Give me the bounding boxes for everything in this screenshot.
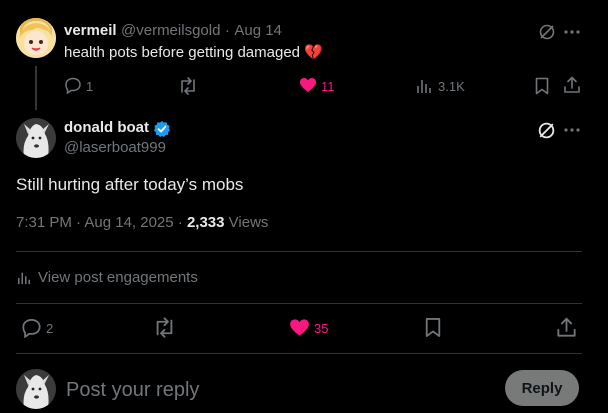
parent-header: vermeil @vermeilsgold · Aug 14 (64, 22, 282, 40)
views-icon[interactable] (416, 78, 432, 94)
like-icon[interactable] (289, 318, 310, 337)
parent-reply-count: 1 (86, 79, 94, 94)
views-label: Views (228, 214, 269, 231)
share-icon[interactable] (563, 76, 581, 94)
verified-badge-icon[interactable] (153, 120, 171, 138)
grok-icon[interactable] (537, 121, 556, 140)
reply-input[interactable] (64, 374, 488, 406)
retweet-icon[interactable] (153, 317, 176, 338)
composer-avatar[interactable] (16, 369, 56, 409)
grok-icon[interactable] (538, 23, 556, 41)
parent-avatar[interactable] (16, 18, 56, 58)
parent-like-count: 11 (321, 79, 335, 94)
views-count: 2,333 (186, 214, 225, 231)
analytics-icon (17, 271, 31, 285)
broken-heart-emoji: 💔 (304, 44, 323, 61)
bookmark-icon[interactable] (535, 77, 549, 95)
divider (16, 353, 582, 354)
parent-view-count: 3.1K (438, 79, 465, 94)
more-icon[interactable] (564, 29, 580, 35)
reply-icon[interactable] (21, 317, 42, 338)
post-timestamp[interactable]: 7:31 PM · Aug 14, 2025 · (16, 214, 183, 231)
parent-text-body: health pots before getting damaged (64, 44, 301, 61)
more-icon[interactable] (564, 127, 580, 133)
retweet-icon[interactable] (178, 77, 198, 95)
main-handle[interactable]: @laserboat999 (64, 139, 166, 156)
share-icon[interactable] (556, 317, 577, 338)
main-avatar[interactable] (16, 118, 56, 158)
divider (16, 303, 582, 304)
like-icon[interactable] (299, 77, 317, 93)
view-post-engagements-link[interactable]: View post engagements (38, 269, 198, 286)
bookmark-icon[interactable] (425, 317, 441, 338)
parent-separator: · (224, 22, 230, 39)
main-like-count: 35 (314, 321, 329, 336)
post-timestamp-row: 7:31 PM · Aug 14, 2025 · 2,333 Views (16, 214, 268, 231)
parent-display-name[interactable]: vermeil (64, 22, 117, 39)
main-display-name[interactable]: donald boat (64, 119, 149, 136)
main-reply-count: 2 (46, 321, 54, 336)
parent-handle[interactable]: @vermeilsgold (121, 22, 220, 39)
parent-date[interactable]: Aug 14 (234, 22, 282, 39)
divider (16, 251, 582, 252)
parent-text: health pots before getting damaged 💔 (64, 43, 323, 61)
reply-icon[interactable] (64, 76, 82, 94)
reply-button[interactable]: Reply (505, 370, 579, 406)
thread-line (35, 66, 37, 110)
main-post-text: Still hurting after today’s mobs (16, 175, 244, 194)
